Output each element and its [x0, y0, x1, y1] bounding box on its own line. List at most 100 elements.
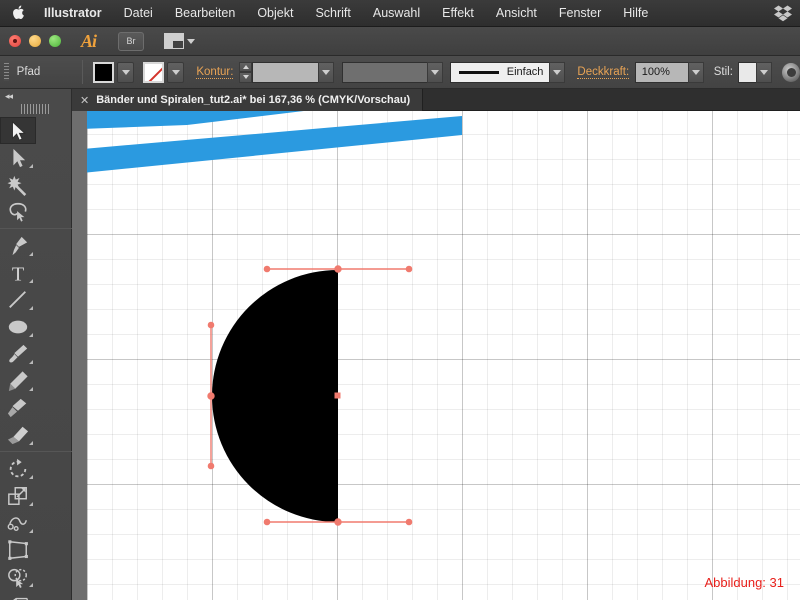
magic-wand-tool-icon	[7, 175, 27, 196]
fill-dropdown-button[interactable]	[117, 61, 135, 83]
menubar-status-items	[774, 4, 792, 27]
document-setup-icon[interactable]	[782, 62, 800, 82]
zoom-window-button[interactable]	[49, 35, 61, 47]
document-tabbar: ✕ Bänder und Spiralen_tut2.ai* bei 167,3…	[72, 89, 800, 111]
opacity-dropdown-button[interactable]	[688, 61, 705, 83]
chevron-down-icon	[171, 69, 180, 75]
chevron-down-icon	[430, 69, 439, 75]
tool-rotate-tool[interactable]	[0, 455, 36, 482]
scale-tool-icon	[8, 486, 27, 505]
arrange-documents-button[interactable]	[164, 33, 196, 49]
tool-pen-tool[interactable]	[0, 232, 36, 259]
tool-blob-brush-tool[interactable]	[0, 394, 36, 421]
menubar-item-fenster[interactable]: Fenster	[548, 0, 612, 27]
tool-direct-selection-tool[interactable]	[0, 144, 36, 171]
tool-selection-tool[interactable]	[0, 117, 36, 144]
menubar-item-datei[interactable]: Datei	[113, 0, 164, 27]
selection-type-label: Pfad	[16, 66, 41, 78]
tool-group-indicator	[29, 279, 33, 283]
stroke-dropdown-button[interactable]	[167, 61, 185, 83]
apple-logo-icon[interactable]	[12, 4, 28, 23]
control-bar-grip[interactable]	[4, 63, 9, 81]
black-half-disc[interactable]	[212, 270, 338, 522]
perspective-grid-tool-icon	[12, 597, 28, 600]
graphic-style-dropdown-button[interactable]	[756, 61, 773, 83]
illustrator-window: Illustrator Datei Bearbeiten Objekt Schr…	[0, 0, 800, 600]
stroke-profile-dropdown-button[interactable]	[427, 61, 443, 83]
minimize-window-button[interactable]	[29, 35, 41, 47]
tool-group-indicator	[29, 502, 33, 506]
opacity-label[interactable]: Deckkraft:	[577, 66, 630, 79]
chevron-down-icon	[187, 38, 196, 44]
brush-definition-field[interactable]: Einfach	[450, 61, 551, 83]
artboard[interactable]: Abbildung: 31	[87, 111, 800, 600]
brush-definition-dropdown-button[interactable]	[549, 61, 566, 83]
tool-scale-tool[interactable]	[0, 482, 36, 509]
stepper-down-button[interactable]	[239, 72, 252, 83]
tool-divider	[0, 228, 72, 229]
control-options-bar: Pfad Kontur: Einfach Deckkraft: 100% Sti…	[0, 56, 800, 89]
blue-ribbon-band[interactable]	[87, 111, 462, 173]
tool-free-transform-tool[interactable]	[0, 536, 36, 563]
tool-panel-grip[interactable]	[20, 104, 51, 114]
stroke-preview-icon	[459, 70, 499, 74]
close-window-button[interactable]	[9, 35, 21, 47]
brush-definition-value: Einfach	[506, 66, 544, 78]
triangle-down-icon	[242, 75, 249, 80]
arrange-documents-icon	[164, 33, 185, 49]
stroke-color-control[interactable]	[143, 61, 185, 83]
chevron-down-icon	[760, 69, 769, 75]
stroke-swatch-none[interactable]	[143, 61, 165, 83]
tool-perspective-grid-tool[interactable]	[0, 590, 36, 600]
tool-grid-drawing: T	[0, 232, 71, 448]
canvas-area[interactable]: Abbildung: 31	[72, 111, 800, 600]
tool-pencil-tool[interactable]	[0, 367, 36, 394]
tool-magic-wand-tool[interactable]	[0, 171, 36, 198]
chevron-down-icon	[692, 69, 701, 75]
tool-group-indicator	[29, 583, 33, 587]
dropbox-icon[interactable]	[774, 4, 792, 27]
opacity-field[interactable]: 100%	[634, 61, 690, 83]
collapse-panel-icon[interactable]: ◂◂	[5, 91, 13, 102]
width-tool-icon	[7, 516, 27, 531]
menubar-item-ansicht[interactable]: Ansicht	[485, 0, 548, 27]
shape-builder-tool-icon	[8, 568, 27, 588]
menubar-item-illustrator[interactable]: Illustrator	[44, 0, 113, 27]
fill-swatch[interactable]	[93, 61, 115, 83]
bridge-button[interactable]: Br	[118, 31, 145, 51]
menubar-item-schrift[interactable]: Schrift	[304, 0, 361, 27]
tool-shape-builder-tool[interactable]	[0, 563, 36, 590]
tool-line-segment-tool[interactable]	[0, 286, 36, 313]
tool-divider	[0, 451, 72, 452]
tool-width-tool[interactable]	[0, 509, 36, 536]
stroke-weight-field[interactable]	[251, 61, 320, 83]
close-icon[interactable]: ✕	[80, 94, 89, 107]
chevron-down-icon	[553, 69, 562, 75]
stroke-weight-stepper[interactable]	[239, 61, 252, 83]
menubar-item-auswahl[interactable]: Auswahl	[362, 0, 431, 27]
tool-paintbrush-tool[interactable]	[0, 340, 36, 367]
tool-type-tool[interactable]: T	[0, 259, 36, 286]
graphic-style-swatch[interactable]	[738, 61, 758, 83]
tool-grid-selection	[0, 117, 71, 225]
tool-panel-header[interactable]: ◂◂	[0, 89, 71, 103]
tool-lasso-tool[interactable]	[0, 198, 36, 225]
tool-eraser-tool[interactable]	[0, 421, 36, 448]
window-controls	[9, 35, 61, 47]
stepper-up-button[interactable]	[239, 61, 252, 72]
document-tab[interactable]: ✕ Bänder und Spiralen_tut2.ai* bei 167,3…	[72, 89, 424, 111]
blob-brush-tool-icon	[7, 398, 27, 417]
stroke-weight-dropdown-button[interactable]	[318, 61, 335, 83]
tool-ellipse-tool[interactable]	[0, 313, 36, 340]
fill-color-control[interactable]	[93, 61, 135, 83]
tool-group-indicator	[29, 387, 33, 391]
direct-selection-tool-icon	[13, 148, 26, 167]
stroke-weight-label[interactable]: Kontur:	[196, 66, 234, 79]
eraser-tool-icon	[7, 426, 29, 444]
menubar-item-objekt[interactable]: Objekt	[246, 0, 304, 27]
stroke-profile-field[interactable]	[341, 61, 428, 83]
menubar-item-effekt[interactable]: Effekt	[431, 0, 485, 27]
menubar-item-hilfe[interactable]: Hilfe	[612, 0, 659, 27]
figure-caption: Abbildung: 31	[704, 575, 784, 590]
menubar-item-bearbeiten[interactable]: Bearbeiten	[164, 0, 246, 27]
